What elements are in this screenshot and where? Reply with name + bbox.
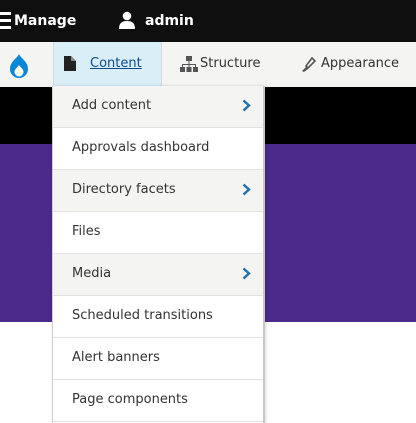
menu-item-page-components[interactable]: Page components (53, 380, 263, 422)
menu-item-add-content[interactable]: Add content (53, 86, 263, 128)
user-icon (119, 11, 135, 29)
menu-item-approvals-dashboard[interactable]: Approvals dashboard (53, 128, 263, 170)
user-menu-button[interactable]: admin (112, 0, 222, 42)
menu-item-label: Files (72, 224, 101, 239)
tab-appearance[interactable]: Appearance (290, 42, 416, 87)
content-dropdown-menu: Add content Approvals dashboard Director… (52, 86, 265, 423)
chevron-right-icon[interactable] (242, 267, 251, 280)
tab-content[interactable]: Content (53, 42, 162, 87)
menu-item-label: Media (72, 266, 112, 281)
manage-label: Manage (14, 13, 77, 29)
menu-item-label: Approvals dashboard (72, 140, 210, 155)
hamburger-icon (0, 12, 11, 30)
tab-appearance-label: Appearance (321, 56, 400, 71)
toolbar-tray: Content Structure Appearance (0, 42, 416, 88)
paintbrush-icon (302, 56, 316, 72)
menu-item-files[interactable]: Files (53, 212, 263, 254)
drupal-logo-icon[interactable] (8, 53, 30, 79)
chevron-right-icon[interactable] (242, 183, 251, 196)
menu-item-label: Directory facets (72, 182, 176, 197)
menu-item-label: Add content (72, 98, 152, 113)
menu-item-scheduled-transitions[interactable]: Scheduled transitions (53, 296, 263, 338)
chevron-right-icon[interactable] (242, 99, 251, 112)
menu-item-directory-facets[interactable]: Directory facets (53, 170, 263, 212)
menu-item-label: Alert banners (72, 350, 160, 365)
menu-item-media[interactable]: Media (53, 254, 263, 296)
menu-item-alert-banners[interactable]: Alert banners (53, 338, 263, 380)
user-label: admin (145, 13, 194, 29)
sitemap-icon (180, 56, 198, 72)
tab-structure[interactable]: Structure (170, 42, 282, 87)
tab-content-label: Content (90, 56, 142, 71)
menu-item-label: Page components (72, 392, 188, 407)
menu-item-label: Scheduled transitions (72, 308, 213, 323)
tab-structure-label: Structure (200, 56, 261, 71)
file-icon (64, 56, 76, 71)
admin-toolbar: Manage admin (0, 0, 416, 42)
manage-button[interactable]: Manage (0, 0, 105, 42)
